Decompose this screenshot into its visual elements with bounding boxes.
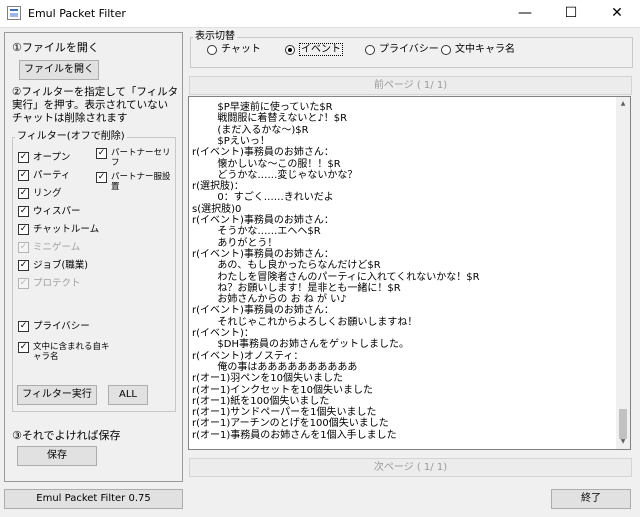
- checkmark-icon: ✓: [96, 172, 107, 183]
- filter-partner-lines-checkbox[interactable]: ✓ パートナーセリフ: [96, 148, 171, 172]
- step2-line3: チャットは削除されます: [12, 112, 128, 124]
- window-title: Emul Packet Filter: [28, 7, 126, 20]
- version-button[interactable]: Emul Packet Filter 0.75: [4, 489, 183, 509]
- filter-minigame-checkbox: ✓ ミニゲーム: [18, 242, 81, 253]
- scroll-up-arrow-icon[interactable]: ▲: [618, 99, 628, 109]
- checkmark-icon: ✓: [96, 148, 107, 159]
- log-text-area[interactable]: $P早速前に使っていた$R 戦闘服に着替えないと♪！$R (まだ入るかな〜)$R…: [188, 96, 631, 450]
- checkmark-icon: ✓: [18, 260, 29, 271]
- minimize-button[interactable]: —: [502, 0, 548, 28]
- scroll-down-arrow-icon[interactable]: ▼: [618, 437, 628, 447]
- checkmark-icon: ✓: [18, 224, 29, 235]
- display-switch-title: 表示切替: [193, 31, 237, 43]
- close-button[interactable]: ✕: [594, 0, 640, 28]
- filter-open-checkbox[interactable]: ✓ オープン: [18, 152, 70, 165]
- checkmark-icon: ✓: [18, 242, 29, 253]
- filter-job-checkbox[interactable]: ✓ ジョブ(職業): [18, 260, 88, 273]
- exit-button[interactable]: 終了: [551, 489, 631, 509]
- radio-charname[interactable]: 文中キャラ名: [441, 44, 515, 57]
- filter-protect-checkbox: ✓ プロテクト: [18, 278, 81, 289]
- filter-party-checkbox[interactable]: ✓ パーティ: [18, 170, 70, 183]
- scroll-thumb[interactable]: [619, 409, 627, 439]
- checkmark-icon: ✓: [18, 278, 29, 289]
- filter-ring-checkbox[interactable]: ✓ リング: [18, 188, 62, 201]
- save-button[interactable]: 保存: [17, 446, 97, 466]
- filter-group-title: フィルター(オフで削除): [15, 131, 127, 143]
- log-line: r(オー1)事務員のお姉さんを1個入手しました: [192, 429, 397, 441]
- filter-chatroom-checkbox[interactable]: ✓ チャットルーム: [18, 224, 99, 237]
- next-page-button[interactable]: 次ページ ( 1/ 1): [189, 458, 632, 477]
- radio-chat[interactable]: チャット: [207, 44, 261, 57]
- prev-page-button[interactable]: 前ページ ( 1/ 1): [189, 76, 632, 95]
- radio-selected-icon: [285, 45, 295, 55]
- title-bar: Emul Packet Filter — ☐ ✕: [0, 0, 640, 28]
- checkmark-icon: ✓: [18, 321, 29, 332]
- app-icon: [7, 6, 21, 20]
- step1-label: ①ファイルを開く: [12, 41, 99, 54]
- checkmark-icon: ✓: [18, 206, 29, 217]
- checkmark-icon: ✓: [18, 342, 29, 353]
- checkmark-icon: ✓: [18, 170, 29, 181]
- step2-line2: 実行」を押す。表示されていない: [12, 99, 169, 111]
- maximize-button[interactable]: ☐: [548, 0, 594, 28]
- filter-privacy-checkbox[interactable]: ✓ プライバシー: [18, 321, 90, 334]
- open-file-button[interactable]: ファイルを開く: [19, 60, 99, 80]
- checkmark-icon: ✓: [18, 152, 29, 163]
- all-button[interactable]: ALL: [108, 385, 148, 405]
- checkmark-icon: ✓: [18, 188, 29, 199]
- filter-charname-checkbox[interactable]: ✓ 文中に含まれる自キャラ名: [18, 342, 113, 366]
- step3-label: ③それでよければ保存: [12, 429, 121, 442]
- left-panel: ①ファイルを開く ファイルを開く ②フィルターを指定して「フィルター 実行」を押…: [4, 32, 183, 482]
- filter-whisper-checkbox[interactable]: ✓ ウィスパー: [18, 206, 81, 219]
- vertical-scrollbar[interactable]: ▲ ▼: [616, 97, 630, 449]
- filter-partner-outfit-checkbox[interactable]: ✓ パートナー服設置: [96, 172, 171, 196]
- run-filter-button[interactable]: フィルター実行: [17, 385, 97, 405]
- radio-icon: [365, 45, 375, 55]
- radio-event[interactable]: イベント: [285, 43, 343, 57]
- radio-icon: [207, 45, 217, 55]
- radio-privacy[interactable]: プライバシー: [365, 44, 439, 57]
- radio-icon: [441, 45, 451, 55]
